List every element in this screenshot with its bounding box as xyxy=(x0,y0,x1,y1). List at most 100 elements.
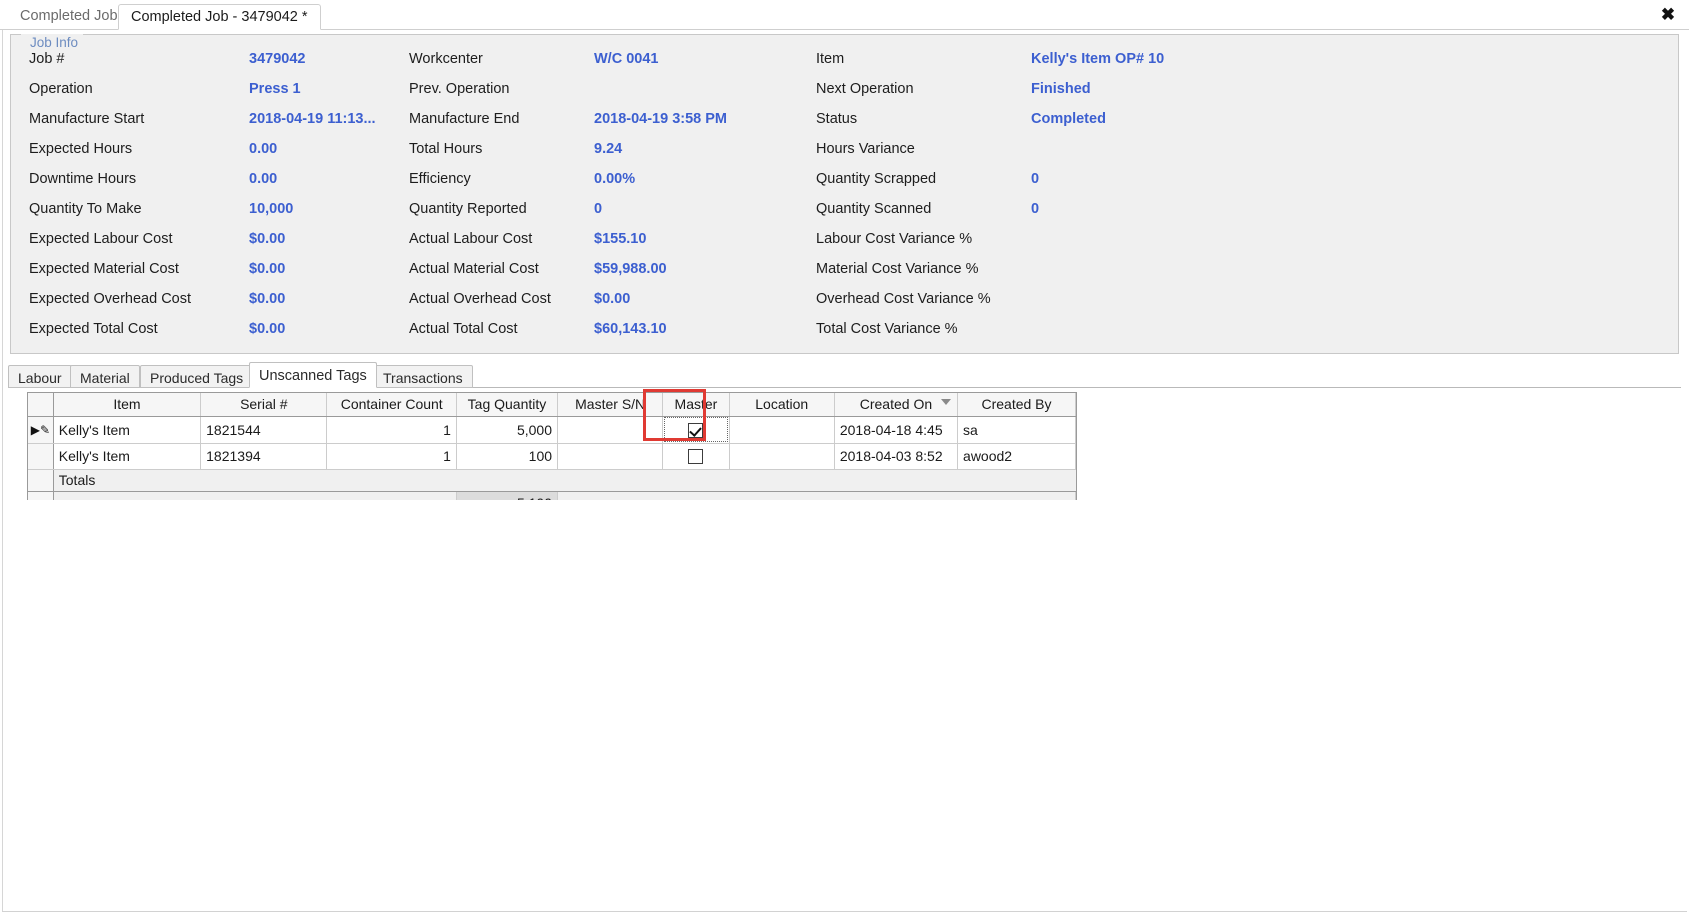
field-value-expected-material-cost: $0.00 xyxy=(249,261,286,277)
column-header-master-sn[interactable]: Master S/N xyxy=(557,393,664,417)
info-row: Expected Material Cost $0.00 Actual Mate… xyxy=(11,258,1678,288)
row-indicator-current: ▶✎ xyxy=(28,416,54,444)
column-header-location[interactable]: Location xyxy=(729,393,835,417)
cell-item[interactable]: Kelly's Item xyxy=(53,443,202,470)
tab-unscanned-tags[interactable]: Unscanned Tags xyxy=(249,362,377,388)
field-value-expected-labour-cost: $0.00 xyxy=(249,231,286,247)
row-indicator xyxy=(28,469,54,492)
job-info-title: Job Info xyxy=(26,36,83,50)
info-row: Expected Total Cost $0.00 Actual Total C… xyxy=(11,318,1678,348)
close-icon[interactable]: ✖ xyxy=(1657,4,1679,26)
cell-created-by[interactable]: awood2 xyxy=(957,443,1076,470)
field-label-expected-total-cost: Expected Total Cost xyxy=(29,321,158,337)
edit-pencil-icon: ▶✎ xyxy=(30,422,51,437)
field-value-job-number: 3479042 xyxy=(249,51,306,67)
field-label-workcenter: Workcenter xyxy=(409,51,483,67)
field-value-downtime-hours: 0.00 xyxy=(249,171,278,187)
cell-master-checkbox[interactable] xyxy=(662,443,730,470)
row-indicator-header xyxy=(28,393,54,417)
field-value-actual-total-cost: $60,143.10 xyxy=(594,321,667,337)
sort-descending-icon xyxy=(941,399,952,405)
cell-serial-number[interactable]: 1821544 xyxy=(200,416,328,444)
field-value-efficiency: 0.00% xyxy=(594,171,636,187)
field-label-quantity-reported: Quantity Reported xyxy=(409,201,527,217)
info-row: Expected Hours 0.00 Total Hours 9.24 Hou… xyxy=(11,138,1678,168)
cell-master-sn[interactable] xyxy=(557,443,664,470)
field-label-quantity-scrapped: Quantity Scrapped xyxy=(816,171,937,187)
cell-created-by[interactable]: sa xyxy=(957,416,1076,444)
application-window: Completed Jobs Completed Job - 3479042 *… xyxy=(0,0,1689,914)
field-label-overhead-cost-variance: Overhead Cost Variance % xyxy=(816,291,991,307)
field-label-job-number: Job # xyxy=(29,51,65,67)
field-label-actual-overhead-cost: Actual Overhead Cost xyxy=(409,291,551,307)
field-value-quantity-scrapped: 0 xyxy=(1031,171,1040,187)
field-label-actual-labour-cost: Actual Labour Cost xyxy=(409,231,533,247)
totals-label-row: Totals xyxy=(28,469,1076,492)
unscanned-tags-grid[interactable]: Item Serial # Container Count Tag Quanti… xyxy=(27,392,1077,516)
cell-tag-quantity[interactable]: 100 xyxy=(456,443,559,470)
field-value-total-hours: 9.24 xyxy=(594,141,623,157)
field-value-actual-labour-cost: $155.10 xyxy=(594,231,647,247)
checkbox-checked-icon[interactable] xyxy=(688,422,704,438)
field-label-downtime-hours: Downtime Hours xyxy=(29,171,137,187)
table-row[interactable]: ▶✎ Kelly's Item 1821544 1 5,000 2018-04-… xyxy=(28,416,1076,444)
cell-created-on[interactable]: 2018-04-18 4:45 xyxy=(834,416,959,444)
window-tab-completed-job-detail[interactable]: Completed Job - 3479042 * xyxy=(118,4,321,30)
field-value-quantity-scanned: 0 xyxy=(1031,201,1040,217)
field-label-item: Item xyxy=(816,51,845,67)
tab-material[interactable]: Material xyxy=(70,365,140,388)
tab-produced-tags[interactable]: Produced Tags xyxy=(140,365,254,388)
detail-tab-bar: Labour Material Produced Tags Unscanned … xyxy=(8,362,1681,388)
field-label-efficiency: Efficiency xyxy=(409,171,471,187)
window-left-border xyxy=(2,30,3,912)
column-header-created-on[interactable]: Created On xyxy=(834,393,959,417)
field-value-actual-material-cost: $59,988.00 xyxy=(594,261,667,277)
field-value-item: Kelly's Item OP# 10 xyxy=(1031,51,1165,67)
checkbox-unchecked-icon[interactable] xyxy=(688,449,704,465)
column-header-master[interactable]: Master xyxy=(662,393,730,417)
field-label-operation: Operation xyxy=(29,81,93,97)
column-header-container-count[interactable]: Container Count xyxy=(326,393,457,417)
field-label-status: Status xyxy=(816,111,858,127)
cell-container-count[interactable]: 1 xyxy=(326,416,457,444)
cell-serial-number[interactable]: 1821394 xyxy=(200,443,328,470)
cell-master-sn[interactable] xyxy=(557,416,664,444)
column-header-item[interactable]: Item xyxy=(53,393,202,417)
info-row: Expected Overhead Cost $0.00 Actual Over… xyxy=(11,288,1678,318)
cell-item[interactable]: Kelly's Item xyxy=(53,416,202,444)
table-row[interactable]: Kelly's Item 1821394 1 100 2018-04-03 8:… xyxy=(28,443,1076,470)
info-row: Job # 3479042 Workcenter W/C 0041 Item K… xyxy=(11,48,1678,78)
info-row: Expected Labour Cost $0.00 Actual Labour… xyxy=(11,228,1678,258)
job-info-fields: Job # 3479042 Workcenter W/C 0041 Item K… xyxy=(11,48,1678,348)
column-header-serial-number[interactable]: Serial # xyxy=(200,393,328,417)
tab-labour[interactable]: Labour xyxy=(8,365,72,388)
field-value-operation: Press 1 xyxy=(249,81,301,97)
info-row: Manufacture Start 2018-04-19 11:13... Ma… xyxy=(11,108,1678,138)
field-value-manufacture-start: 2018-04-19 11:13... xyxy=(249,111,376,127)
field-label-quantity-scanned: Quantity Scanned xyxy=(816,201,932,217)
field-label-quantity-to-make: Quantity To Make xyxy=(29,201,142,217)
cell-master-checkbox[interactable] xyxy=(662,416,730,444)
cell-location[interactable] xyxy=(729,443,835,470)
field-value-quantity-reported: 0 xyxy=(594,201,603,217)
tab-transactions[interactable]: Transactions xyxy=(373,365,473,388)
field-label-expected-material-cost: Expected Material Cost xyxy=(29,261,179,277)
column-header-created-by[interactable]: Created By xyxy=(957,393,1076,417)
field-label-total-cost-variance: Total Cost Variance % xyxy=(816,321,958,337)
content-empty-area xyxy=(0,500,1689,910)
field-label-material-cost-variance: Material Cost Variance % xyxy=(816,261,979,277)
job-info-panel: Job Info Job # 3479042 Workcenter W/C 00… xyxy=(10,34,1679,354)
totals-label: Totals xyxy=(53,469,1076,492)
field-label-labour-cost-variance: Labour Cost Variance % xyxy=(816,231,973,247)
column-header-tag-quantity[interactable]: Tag Quantity xyxy=(456,393,559,417)
cell-created-on[interactable]: 2018-04-03 8:52 xyxy=(834,443,959,470)
cell-location[interactable] xyxy=(729,416,835,444)
field-label-manufacture-start: Manufacture Start xyxy=(29,111,145,127)
field-label-actual-material-cost: Actual Material Cost xyxy=(409,261,539,277)
field-label-actual-total-cost: Actual Total Cost xyxy=(409,321,518,337)
field-label-manufacture-end: Manufacture End xyxy=(409,111,520,127)
row-indicator xyxy=(28,443,54,470)
cell-container-count[interactable]: 1 xyxy=(326,443,457,470)
window-tab-strip: Completed Jobs Completed Job - 3479042 *… xyxy=(0,0,1689,30)
cell-tag-quantity[interactable]: 5,000 xyxy=(456,416,559,444)
